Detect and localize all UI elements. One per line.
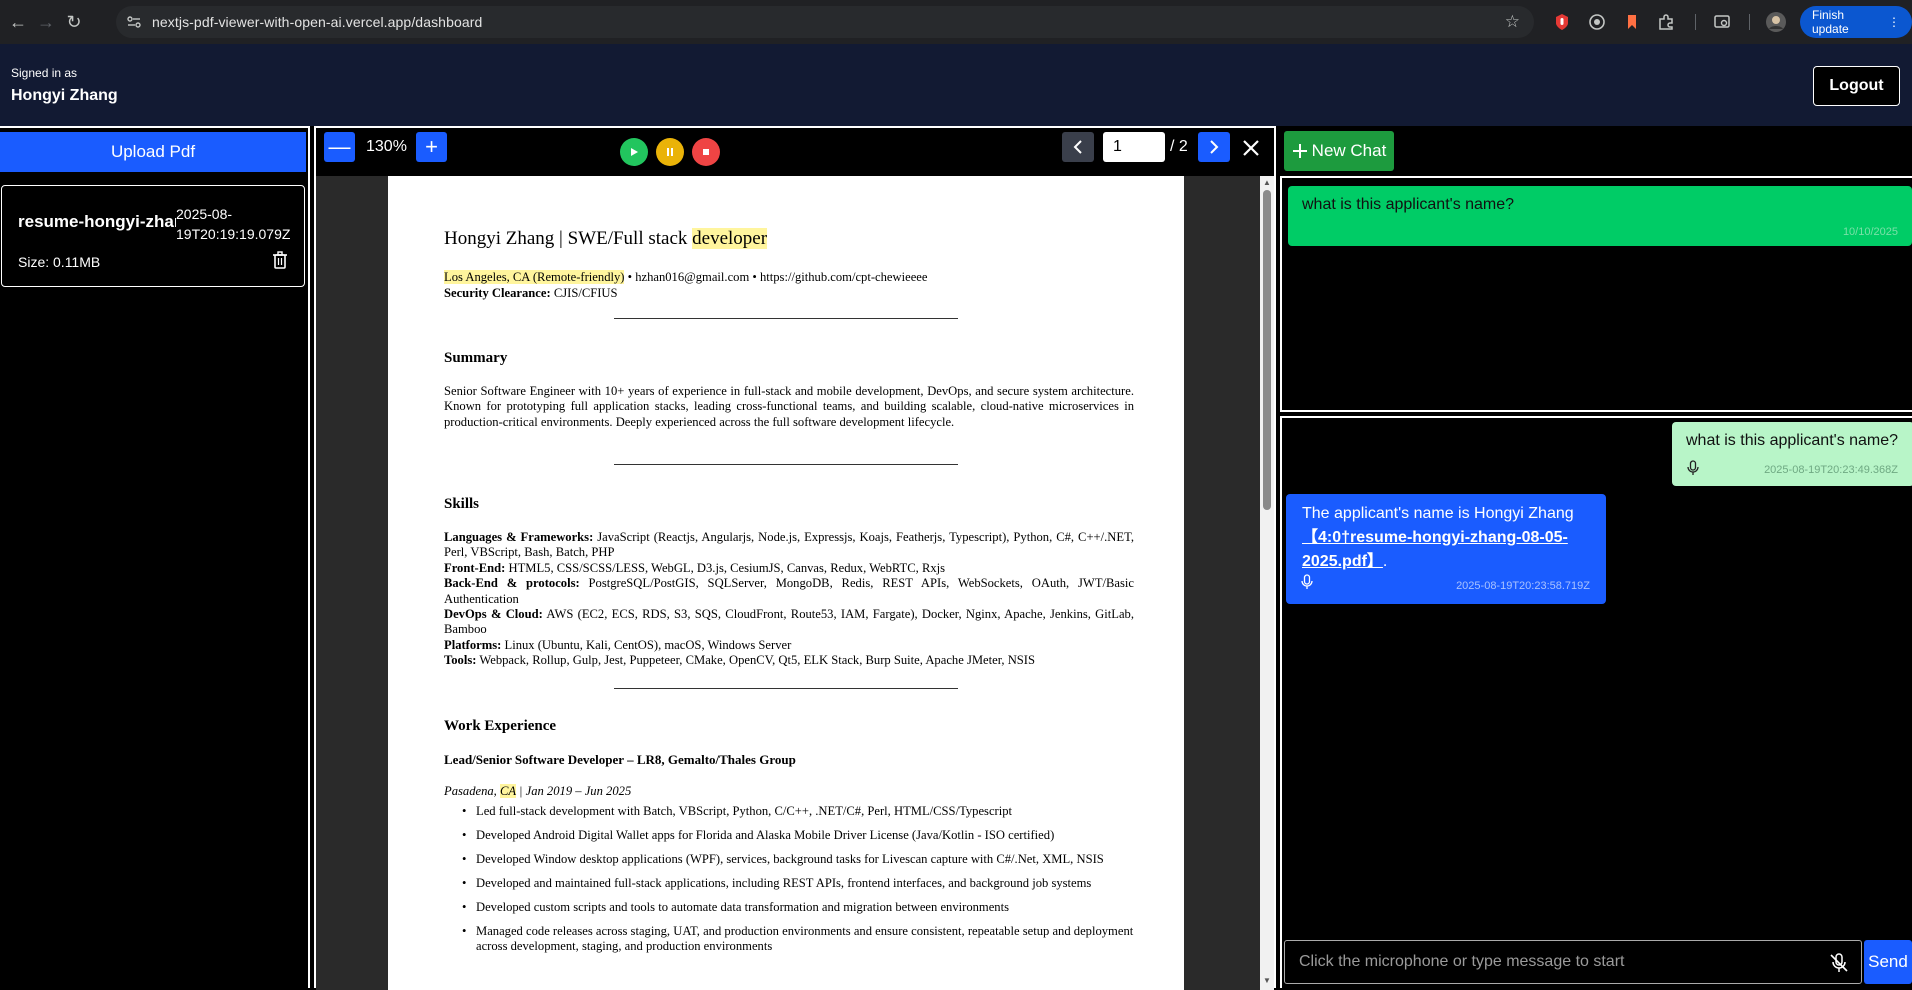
site-info-icon[interactable] (126, 14, 142, 30)
citation-link[interactable]: 【4:0†resume-hongyi-zhang-08-05-2025.pdf】 (1302, 529, 1568, 570)
job-title: Lead/Senior Software Developer – LR8, Ge… (444, 752, 796, 767)
chat-history-list: what is this applicant's name? 10/10/202… (1280, 176, 1912, 412)
job-bullets: Led full-stack development with Batch, V… (444, 804, 1134, 963)
user-name: Hongyi Zhang (11, 87, 118, 104)
stop-icon (703, 149, 709, 155)
close-icon (1243, 140, 1259, 156)
upload-pdf-button[interactable]: Upload Pdf (0, 132, 306, 172)
finish-update-label: Finish update (1812, 8, 1849, 36)
list-item: Developed Window desktop applications (W… (444, 852, 1134, 867)
viewer-toolbar: — 130% + / 2 (316, 128, 1274, 176)
next-page-button[interactable] (1198, 132, 1230, 162)
new-chat-button[interactable]: New Chat (1284, 131, 1394, 171)
file-sidebar: Upload Pdf resume-hongyi-zhang-08-05-202… (0, 126, 310, 988)
send-button[interactable]: Send (1864, 940, 1912, 984)
address-bar[interactable]: nextjs-pdf-viewer-with-open-ai.vercel.ap… (116, 6, 1534, 38)
plus-icon (1292, 144, 1307, 158)
finish-update-button[interactable]: Finish update ⋮ (1800, 6, 1912, 38)
history-item-text: what is this applicant's name? (1302, 196, 1515, 213)
user-message-text: what is this applicant's name? (1686, 432, 1899, 449)
scroll-up-icon[interactable]: ▲ (1263, 178, 1271, 187)
zoom-in-button[interactable]: + (416, 132, 447, 162)
microphone-icon[interactable] (1300, 574, 1314, 590)
reload-icon[interactable]: ↻ (62, 10, 86, 34)
extension-orange-icon[interactable] (1622, 12, 1642, 32)
forward-icon[interactable]: → (34, 10, 58, 34)
browser-toolbar: ← → ↻ nextjs-pdf-viewer-with-open-ai.ver… (0, 0, 1912, 44)
chevron-right-icon (1210, 140, 1219, 154)
tab-search-icon[interactable] (1712, 12, 1732, 32)
extensions-puzzle-icon[interactable] (1656, 12, 1676, 32)
stop-button[interactable] (692, 138, 720, 166)
zoom-out-button[interactable]: — (324, 132, 355, 162)
resume-title: Hongyi Zhang | SWE/Full stack developer (444, 228, 768, 249)
app-header: Signed in as Hongyi Zhang Logout (0, 44, 1912, 126)
list-item: Developed custom scripts and tools to au… (444, 900, 1134, 915)
file-size: Size: 0.11MB (18, 254, 101, 270)
more-vert-icon: ⋮ (1888, 15, 1900, 29)
pdf-viewer: — 130% + / 2 Hongyi Zhang | SWE/Full sta… (314, 126, 1276, 990)
skills-list: Languages & Frameworks: JavaScript (Reac… (444, 530, 1135, 668)
profile-avatar[interactable] (1766, 12, 1786, 32)
extension-red-icon[interactable] (1552, 12, 1572, 32)
back-icon[interactable]: ← (6, 10, 30, 34)
list-item: Developed and maintained full-stack appl… (444, 876, 1134, 891)
new-chat-label: New Chat (1311, 141, 1387, 160)
scroll-thumb[interactable] (1263, 190, 1271, 510)
chat-input[interactable] (1284, 940, 1862, 984)
file-card[interactable]: resume-hongyi-zhang-08-05-2025.pdf 2025-… (1, 185, 305, 287)
pdf-page: Hongyi Zhang | SWE/Full stack developer … (388, 176, 1184, 990)
user-message-time: 2025-08-19T20:23:49.368Z (1764, 464, 1898, 476)
assistant-message-time: 2025-08-19T20:23:58.719Z (1456, 580, 1590, 592)
list-item: Led full-stack development with Batch, V… (444, 804, 1134, 819)
play-button[interactable] (620, 138, 648, 166)
pdf-scroll-area[interactable]: Hongyi Zhang | SWE/Full stack developer … (316, 176, 1260, 990)
signed-in-label: Signed in as (11, 66, 78, 80)
list-item: Developed Android Digital Wallet apps fo… (444, 828, 1134, 843)
play-icon (631, 148, 638, 156)
logout-button[interactable]: Logout (1813, 66, 1900, 106)
summary-heading: Summary (444, 350, 508, 366)
bookmark-star-icon[interactable]: ☆ (1505, 12, 1520, 32)
page-total: / 2 (1170, 138, 1188, 155)
scroll-down-icon[interactable]: ▼ (1263, 976, 1271, 985)
microphone-icon[interactable] (1686, 460, 1700, 476)
summary-text: Senior Software Engineer with 10+ years … (444, 384, 1134, 429)
chat-history-item[interactable]: what is this applicant's name? 10/10/202… (1288, 186, 1912, 246)
job-location: Pasadena, CA | Jan 2019 – Jun 2025 (444, 784, 632, 798)
history-item-date: 10/10/2025 (1842, 226, 1898, 238)
close-viewer-button[interactable] (1242, 136, 1260, 164)
pdf-scrollbar[interactable]: ▲ ▼ (1260, 176, 1274, 990)
resume-clearance: Security Clearance: CJIS/CFIUS (444, 286, 618, 300)
pause-icon (667, 148, 673, 156)
chat-panel: New Chat what is this applicant's name? … (1278, 126, 1912, 988)
chat-messages: what is this applicant's name? 2025-08-1… (1280, 416, 1912, 988)
pause-button[interactable] (656, 138, 684, 166)
assistant-message: The applicant's name is Hongyi Zhang 【4:… (1286, 494, 1606, 604)
user-message: what is this applicant's name? 2025-08-1… (1672, 422, 1912, 486)
page-number-input[interactable] (1103, 132, 1165, 162)
list-item: Managed code releases across staging, UA… (444, 924, 1134, 954)
chevron-left-icon (1073, 140, 1082, 154)
file-name: resume-hongyi-zhang-08-05-2025.pdf (18, 212, 176, 231)
trash-icon[interactable] (270, 250, 290, 270)
file-date: 2025-08-19T20:19:19.079Z (176, 206, 291, 242)
url-text: nextjs-pdf-viewer-with-open-ai.vercel.ap… (152, 14, 483, 30)
extension-circle-icon[interactable] (1587, 12, 1607, 32)
microphone-off-icon[interactable] (1828, 952, 1850, 974)
prev-page-button[interactable] (1062, 132, 1094, 162)
work-heading: Work Experience (444, 718, 557, 734)
assistant-message-text: The applicant's name is Hongyi Zhang 【4:… (1302, 505, 1574, 570)
zoom-level: 130% (366, 138, 407, 155)
skills-heading: Skills (444, 496, 480, 512)
resume-contact: Los Angeles, CA (Remote-friendly) • hzha… (444, 270, 928, 284)
